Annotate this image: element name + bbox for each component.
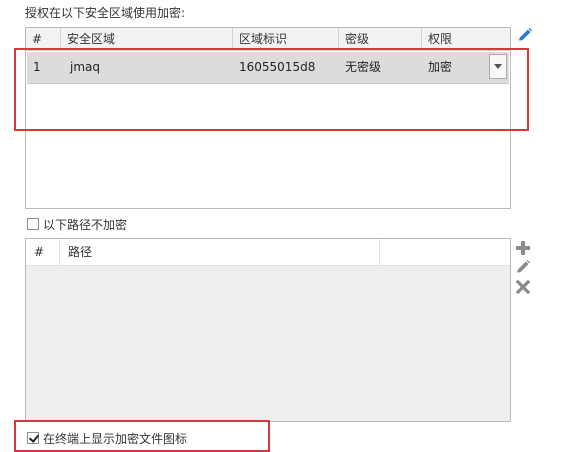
highlight-box-show-icon xyxy=(14,420,270,452)
pencil-icon[interactable] xyxy=(515,259,531,275)
plus-icon[interactable] xyxy=(515,240,531,256)
table-header: # 路径 xyxy=(26,239,510,266)
exclude-paths-checkbox[interactable] xyxy=(27,218,39,230)
exclude-path-table: # 路径 xyxy=(25,238,511,422)
col-permission-header[interactable]: 权限 xyxy=(422,28,510,50)
col-zone-id-header[interactable]: 区域标识 xyxy=(233,28,339,50)
pencil-icon[interactable] xyxy=(517,27,533,43)
highlight-box-zone-row xyxy=(14,48,529,131)
exclude-paths-label: 以下路径不加密 xyxy=(43,218,128,232)
x-icon[interactable] xyxy=(515,279,531,295)
col-index-header[interactable]: # xyxy=(26,28,61,50)
col-index-header[interactable]: # xyxy=(26,239,60,265)
col-path-header[interactable]: 路径 xyxy=(60,239,380,265)
col-spacer-header xyxy=(380,239,510,265)
col-zone-header[interactable]: 安全区域 xyxy=(61,28,233,50)
col-level-header[interactable]: 密级 xyxy=(339,28,422,50)
section-title: 授权在以下安全区域使用加密: xyxy=(25,6,186,20)
